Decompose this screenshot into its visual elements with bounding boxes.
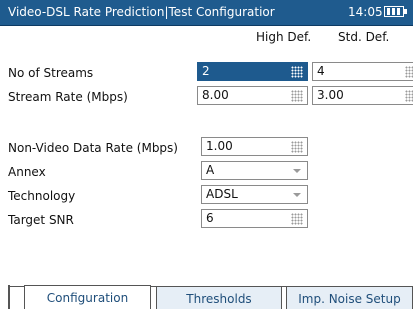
annex-value: A (206, 163, 215, 177)
high-def-rate-value: 8.00 (202, 88, 229, 102)
tab-configuration[interactable]: Configuration (24, 285, 151, 309)
keypad-icon[interactable] (291, 141, 303, 153)
nonvideo-rate-label: Non-Video Data Rate (Mbps) (8, 141, 178, 155)
high-def-rate-field[interactable]: 8.00 (197, 86, 308, 105)
dropdown-arrow-icon[interactable] (293, 169, 301, 173)
annex-select[interactable]: A (201, 161, 308, 180)
keypad-icon[interactable] (405, 90, 413, 102)
dropdown-arrow-icon[interactable] (293, 193, 301, 197)
window-title: Video-DSL Rate Prediction|Test Configura… (8, 5, 275, 19)
std-def-rate-field[interactable]: 3.00 (312, 86, 413, 105)
stream-rate-label: Stream Rate (Mbps) (8, 90, 128, 104)
technology-value: ADSL (206, 187, 238, 201)
high-def-streams-field[interactable]: 2 (197, 62, 308, 81)
high-def-streams-value: 2 (202, 64, 210, 78)
title-bar: Video-DSL Rate Prediction|Test Configura… (0, 0, 413, 26)
nonvideo-rate-field[interactable]: 1.00 (201, 137, 308, 156)
annex-label: Annex (8, 165, 46, 179)
keypad-icon[interactable] (405, 66, 413, 78)
technology-label: Technology (8, 189, 76, 203)
column-header-high-def: High Def. (256, 30, 312, 44)
target-snr-label: Target SNR (8, 213, 74, 227)
nonvideo-rate-value: 1.00 (206, 139, 233, 153)
std-def-streams-value: 4 (317, 64, 325, 78)
battery-icon (384, 6, 407, 17)
keypad-icon[interactable] (291, 66, 303, 78)
tab-imp-noise-setup[interactable]: Imp. Noise Setup (286, 286, 413, 309)
target-snr-value: 6 (206, 211, 214, 225)
technology-select[interactable]: ADSL (201, 185, 308, 204)
streams-label: No of Streams (8, 66, 94, 80)
tab-thresholds[interactable]: Thresholds (156, 286, 282, 309)
std-def-streams-field[interactable]: 4 (312, 62, 413, 81)
target-snr-field[interactable]: 6 (201, 209, 308, 228)
tab-bar-left-edge (8, 285, 10, 309)
keypad-icon[interactable] (291, 213, 303, 225)
column-header-std-def: Std. Def. (338, 30, 390, 44)
clock: 14:05 (348, 5, 383, 19)
keypad-icon[interactable] (291, 90, 303, 102)
std-def-rate-value: 3.00 (317, 88, 344, 102)
